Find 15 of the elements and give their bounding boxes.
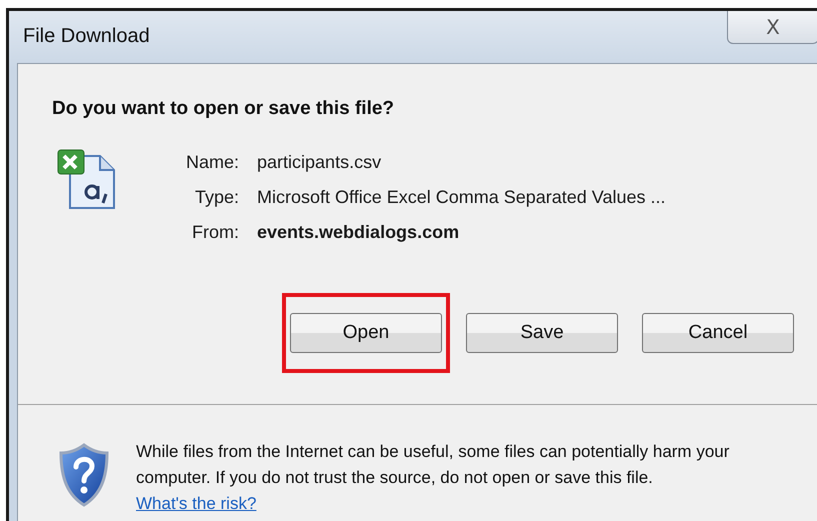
warning-text: While files from the Internet can be useful, some files can potentially harm your computer. If you do not trust the source, do not open or save this file. What's the risk?: [136, 441, 730, 515]
shield-question-icon: [58, 443, 110, 507]
field-label: From:: [191, 222, 240, 243]
field-label: Name:: [186, 152, 240, 173]
dialog-button[interactable]: Save: [466, 313, 618, 353]
close-button[interactable]: X: [727, 11, 817, 44]
question-heading: Do you want to open or save this file?: [52, 98, 396, 120]
risk-link[interactable]: What's the risk?: [136, 494, 256, 513]
dialog-button[interactable]: Cancel: [642, 313, 794, 353]
window-title: File Download: [23, 25, 150, 48]
field-value: participants.csv: [257, 152, 382, 173]
field-value: Microsoft Office Excel Comma Separated Values ...: [257, 187, 666, 208]
field-label: Type:: [194, 187, 240, 208]
field-value: events.webdialogs.com: [257, 222, 460, 243]
dialog-button[interactable]: Open: [290, 313, 442, 353]
